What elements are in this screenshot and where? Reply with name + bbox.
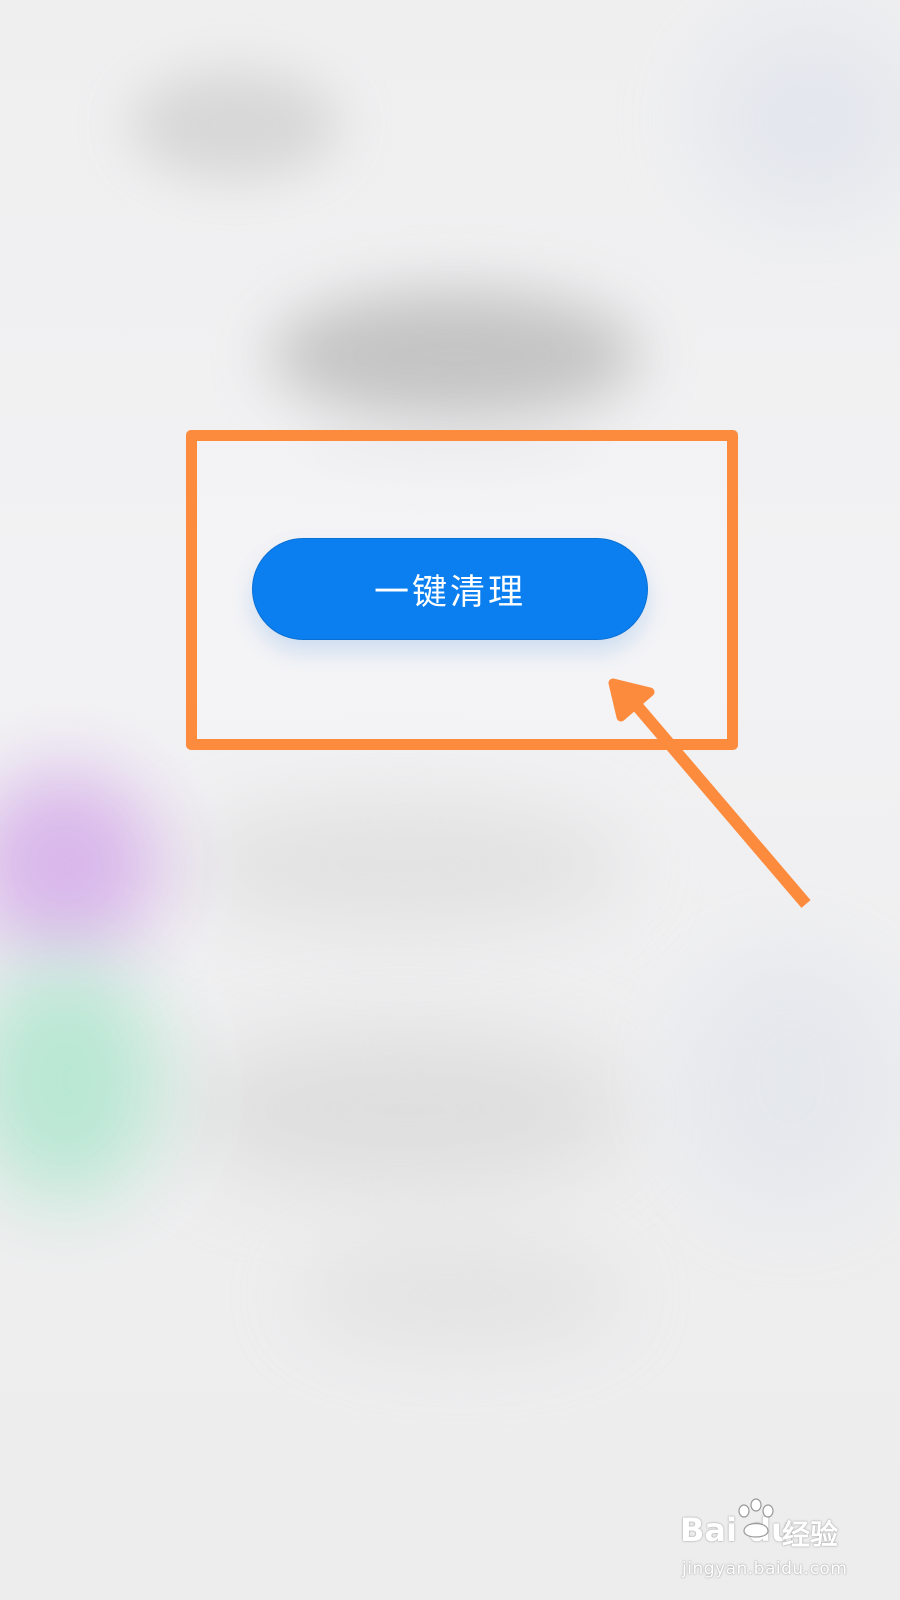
blurred-list-row: [180, 1030, 630, 1190]
blurred-side-element: [680, 950, 900, 1210]
blurred-corner-element: [700, 20, 900, 220]
one-click-clean-button[interactable]: 一键清理: [252, 538, 648, 640]
blurred-list-row: [180, 800, 630, 930]
blurred-header-element: [130, 70, 340, 180]
blurred-title: [270, 290, 640, 420]
baidu-jingyan-watermark: Bai du 经验 jingyan.baidu.com: [680, 1497, 850, 1585]
paw-icon: [738, 1498, 774, 1538]
blurred-purple-icon: [0, 770, 160, 960]
watermark-url: jingyan.baidu.com: [682, 1559, 848, 1579]
blurred-green-icon: [0, 960, 160, 1200]
blurred-footer-element: [300, 1240, 620, 1350]
blurred-background: [0, 0, 900, 1600]
watermark-brand-cn: 经验: [782, 1518, 839, 1551]
